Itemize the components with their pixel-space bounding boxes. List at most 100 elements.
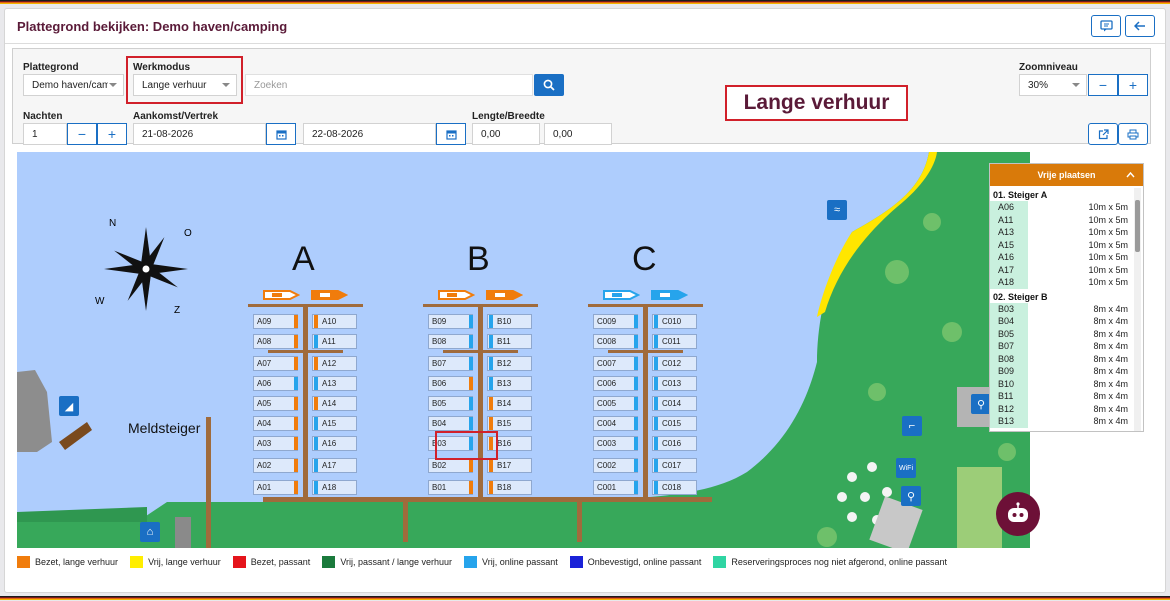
berth-b08[interactable]: B08: [428, 334, 473, 349]
vrije-plaats-item[interactable]: B09 8m x 4m: [990, 365, 1136, 378]
breedte-input[interactable]: 0,00: [544, 123, 612, 145]
berth-c003[interactable]: C003: [593, 436, 638, 451]
berth-c011[interactable]: C011: [652, 334, 697, 349]
berth-b13[interactable]: B13: [487, 376, 532, 391]
boat-ramp-icon[interactable]: ◢: [59, 396, 79, 416]
zoom-in-button[interactable]: +: [1118, 74, 1148, 96]
aankomst-calendar-button[interactable]: [266, 123, 296, 145]
berth-c015[interactable]: C015: [652, 416, 697, 431]
zoom-select[interactable]: 30%: [1019, 74, 1087, 96]
nachten-input[interactable]: 1: [23, 123, 67, 145]
aankomst-date-input[interactable]: 21-08-2026: [133, 123, 266, 145]
plattegrond-select[interactable]: Demo haven/camping: [23, 74, 124, 96]
berth-a18[interactable]: A18: [312, 480, 357, 495]
berth-a10[interactable]: A10: [312, 314, 357, 329]
berth-b04[interactable]: B04: [428, 416, 473, 431]
vrije-plaats-item[interactable]: B10 8m x 4m: [990, 377, 1136, 390]
berth-c012[interactable]: C012: [652, 356, 697, 371]
vrije-plaats-item[interactable]: A06 10m x 5m: [990, 201, 1136, 214]
berth-c016[interactable]: C016: [652, 436, 697, 451]
berth-a02[interactable]: A02: [253, 458, 298, 473]
nachten-minus-button[interactable]: −: [67, 123, 97, 145]
berth-c014[interactable]: C014: [652, 396, 697, 411]
werkmodus-select[interactable]: Lange verhuur: [133, 74, 237, 96]
wifi-icon[interactable]: WiFi: [896, 458, 916, 478]
vrije-plaats-item[interactable]: A11 10m x 5m: [990, 213, 1136, 226]
berth-b05[interactable]: B05: [428, 396, 473, 411]
open-external-button[interactable]: [1088, 123, 1118, 145]
vrije-plaatsen-header[interactable]: Vrije plaatsen: [990, 164, 1143, 186]
berth-a14[interactable]: A14: [312, 396, 357, 411]
vertrek-date-input[interactable]: 22-08-2026: [303, 123, 436, 145]
lengte-input[interactable]: 0,00: [472, 123, 540, 145]
berth-a16[interactable]: A16: [312, 436, 357, 451]
berth-c010[interactable]: C010: [652, 314, 697, 329]
harbor-map[interactable]: N O W Z Meldsteiger A A09 A10 A08 A11 A07 A12 A…: [17, 152, 1030, 548]
power-tower-icon[interactable]: ⌂: [140, 522, 160, 542]
berth-c001[interactable]: C001: [593, 480, 638, 495]
berth-b09[interactable]: B09: [428, 314, 473, 329]
vrije-plaats-item[interactable]: B07 8m x 4m: [990, 340, 1136, 353]
berth-c013[interactable]: C013: [652, 376, 697, 391]
berth-c017[interactable]: C017: [652, 458, 697, 473]
berth-c005[interactable]: C005: [593, 396, 638, 411]
vrije-plaatsen-list[interactable]: 01. Steiger A A06 10m x 5m A11 10m x 5m A13 10…: [990, 187, 1136, 431]
chat-button[interactable]: [1091, 15, 1121, 37]
berth-a07[interactable]: A07: [253, 356, 298, 371]
berth-a06[interactable]: A06: [253, 376, 298, 391]
vrije-plaats-item[interactable]: B03 8m x 4m: [990, 302, 1136, 315]
berth-a15[interactable]: A15: [312, 416, 357, 431]
print-button[interactable]: [1118, 123, 1148, 145]
vrije-plaats-item[interactable]: A13 10m x 5m: [990, 226, 1136, 239]
sunbed-icon[interactable]: ⌐: [902, 416, 922, 436]
berth-c008[interactable]: C008: [593, 334, 638, 349]
berth-b01[interactable]: B01: [428, 480, 473, 495]
vrije-plaats-item[interactable]: B05 8m x 4m: [990, 327, 1136, 340]
back-button[interactable]: [1125, 15, 1155, 37]
berth-b17[interactable]: B17: [487, 458, 532, 473]
toilet-icon[interactable]: ⚲: [901, 486, 921, 506]
berth-b02[interactable]: B02: [428, 458, 473, 473]
berth-b10[interactable]: B10: [487, 314, 532, 329]
chevron-up-icon[interactable]: [1126, 171, 1135, 178]
berth-c004[interactable]: C004: [593, 416, 638, 431]
vrije-plaats-item[interactable]: A16 10m x 5m: [990, 251, 1136, 264]
berth-b06[interactable]: B06: [428, 376, 473, 391]
berth-b18[interactable]: B18: [487, 480, 532, 495]
chatbot-button[interactable]: [996, 492, 1040, 536]
berth-a01[interactable]: A01: [253, 480, 298, 495]
berth-b07[interactable]: B07: [428, 356, 473, 371]
vrije-plaats-item[interactable]: B12 8m x 4m: [990, 402, 1136, 415]
berth-a12[interactable]: A12: [312, 356, 357, 371]
vrije-plaats-item[interactable]: A18 10m x 5m: [990, 276, 1136, 289]
berth-c009[interactable]: C009: [593, 314, 638, 329]
vrije-plaats-item[interactable]: B13 8m x 4m: [990, 415, 1136, 428]
search-button[interactable]: [534, 74, 564, 96]
berth-c006[interactable]: C006: [593, 376, 638, 391]
vrije-plaats-item[interactable]: A15 10m x 5m: [990, 238, 1136, 251]
berth-a17[interactable]: A17: [312, 458, 357, 473]
search-input[interactable]: Zoeken: [245, 74, 533, 96]
scrollbar-thumb[interactable]: [1135, 200, 1140, 252]
berth-a05[interactable]: A05: [253, 396, 298, 411]
vrije-plaats-item[interactable]: B08 8m x 4m: [990, 352, 1136, 365]
restroom-icon[interactable]: ⚲: [971, 394, 991, 414]
nachten-plus-button[interactable]: +: [97, 123, 127, 145]
berth-a03[interactable]: A03: [253, 436, 298, 451]
vrije-plaats-item[interactable]: B04 8m x 4m: [990, 315, 1136, 328]
berth-b14[interactable]: B14: [487, 396, 532, 411]
vrije-plaats-item[interactable]: A17 10m x 5m: [990, 263, 1136, 276]
berth-c002[interactable]: C002: [593, 458, 638, 473]
berth-a08[interactable]: A08: [253, 334, 298, 349]
swimming-icon[interactable]: ≈: [827, 200, 847, 220]
berth-b11[interactable]: B11: [487, 334, 532, 349]
berth-b15[interactable]: B15: [487, 416, 532, 431]
berth-b12[interactable]: B12: [487, 356, 532, 371]
berth-c007[interactable]: C007: [593, 356, 638, 371]
zoom-out-button[interactable]: −: [1088, 74, 1118, 96]
scrollbar[interactable]: [1134, 188, 1141, 431]
vrije-plaats-item[interactable]: B11 8m x 4m: [990, 390, 1136, 403]
berth-c018[interactable]: C018: [652, 480, 697, 495]
berth-a04[interactable]: A04: [253, 416, 298, 431]
berth-a11[interactable]: A11: [312, 334, 357, 349]
